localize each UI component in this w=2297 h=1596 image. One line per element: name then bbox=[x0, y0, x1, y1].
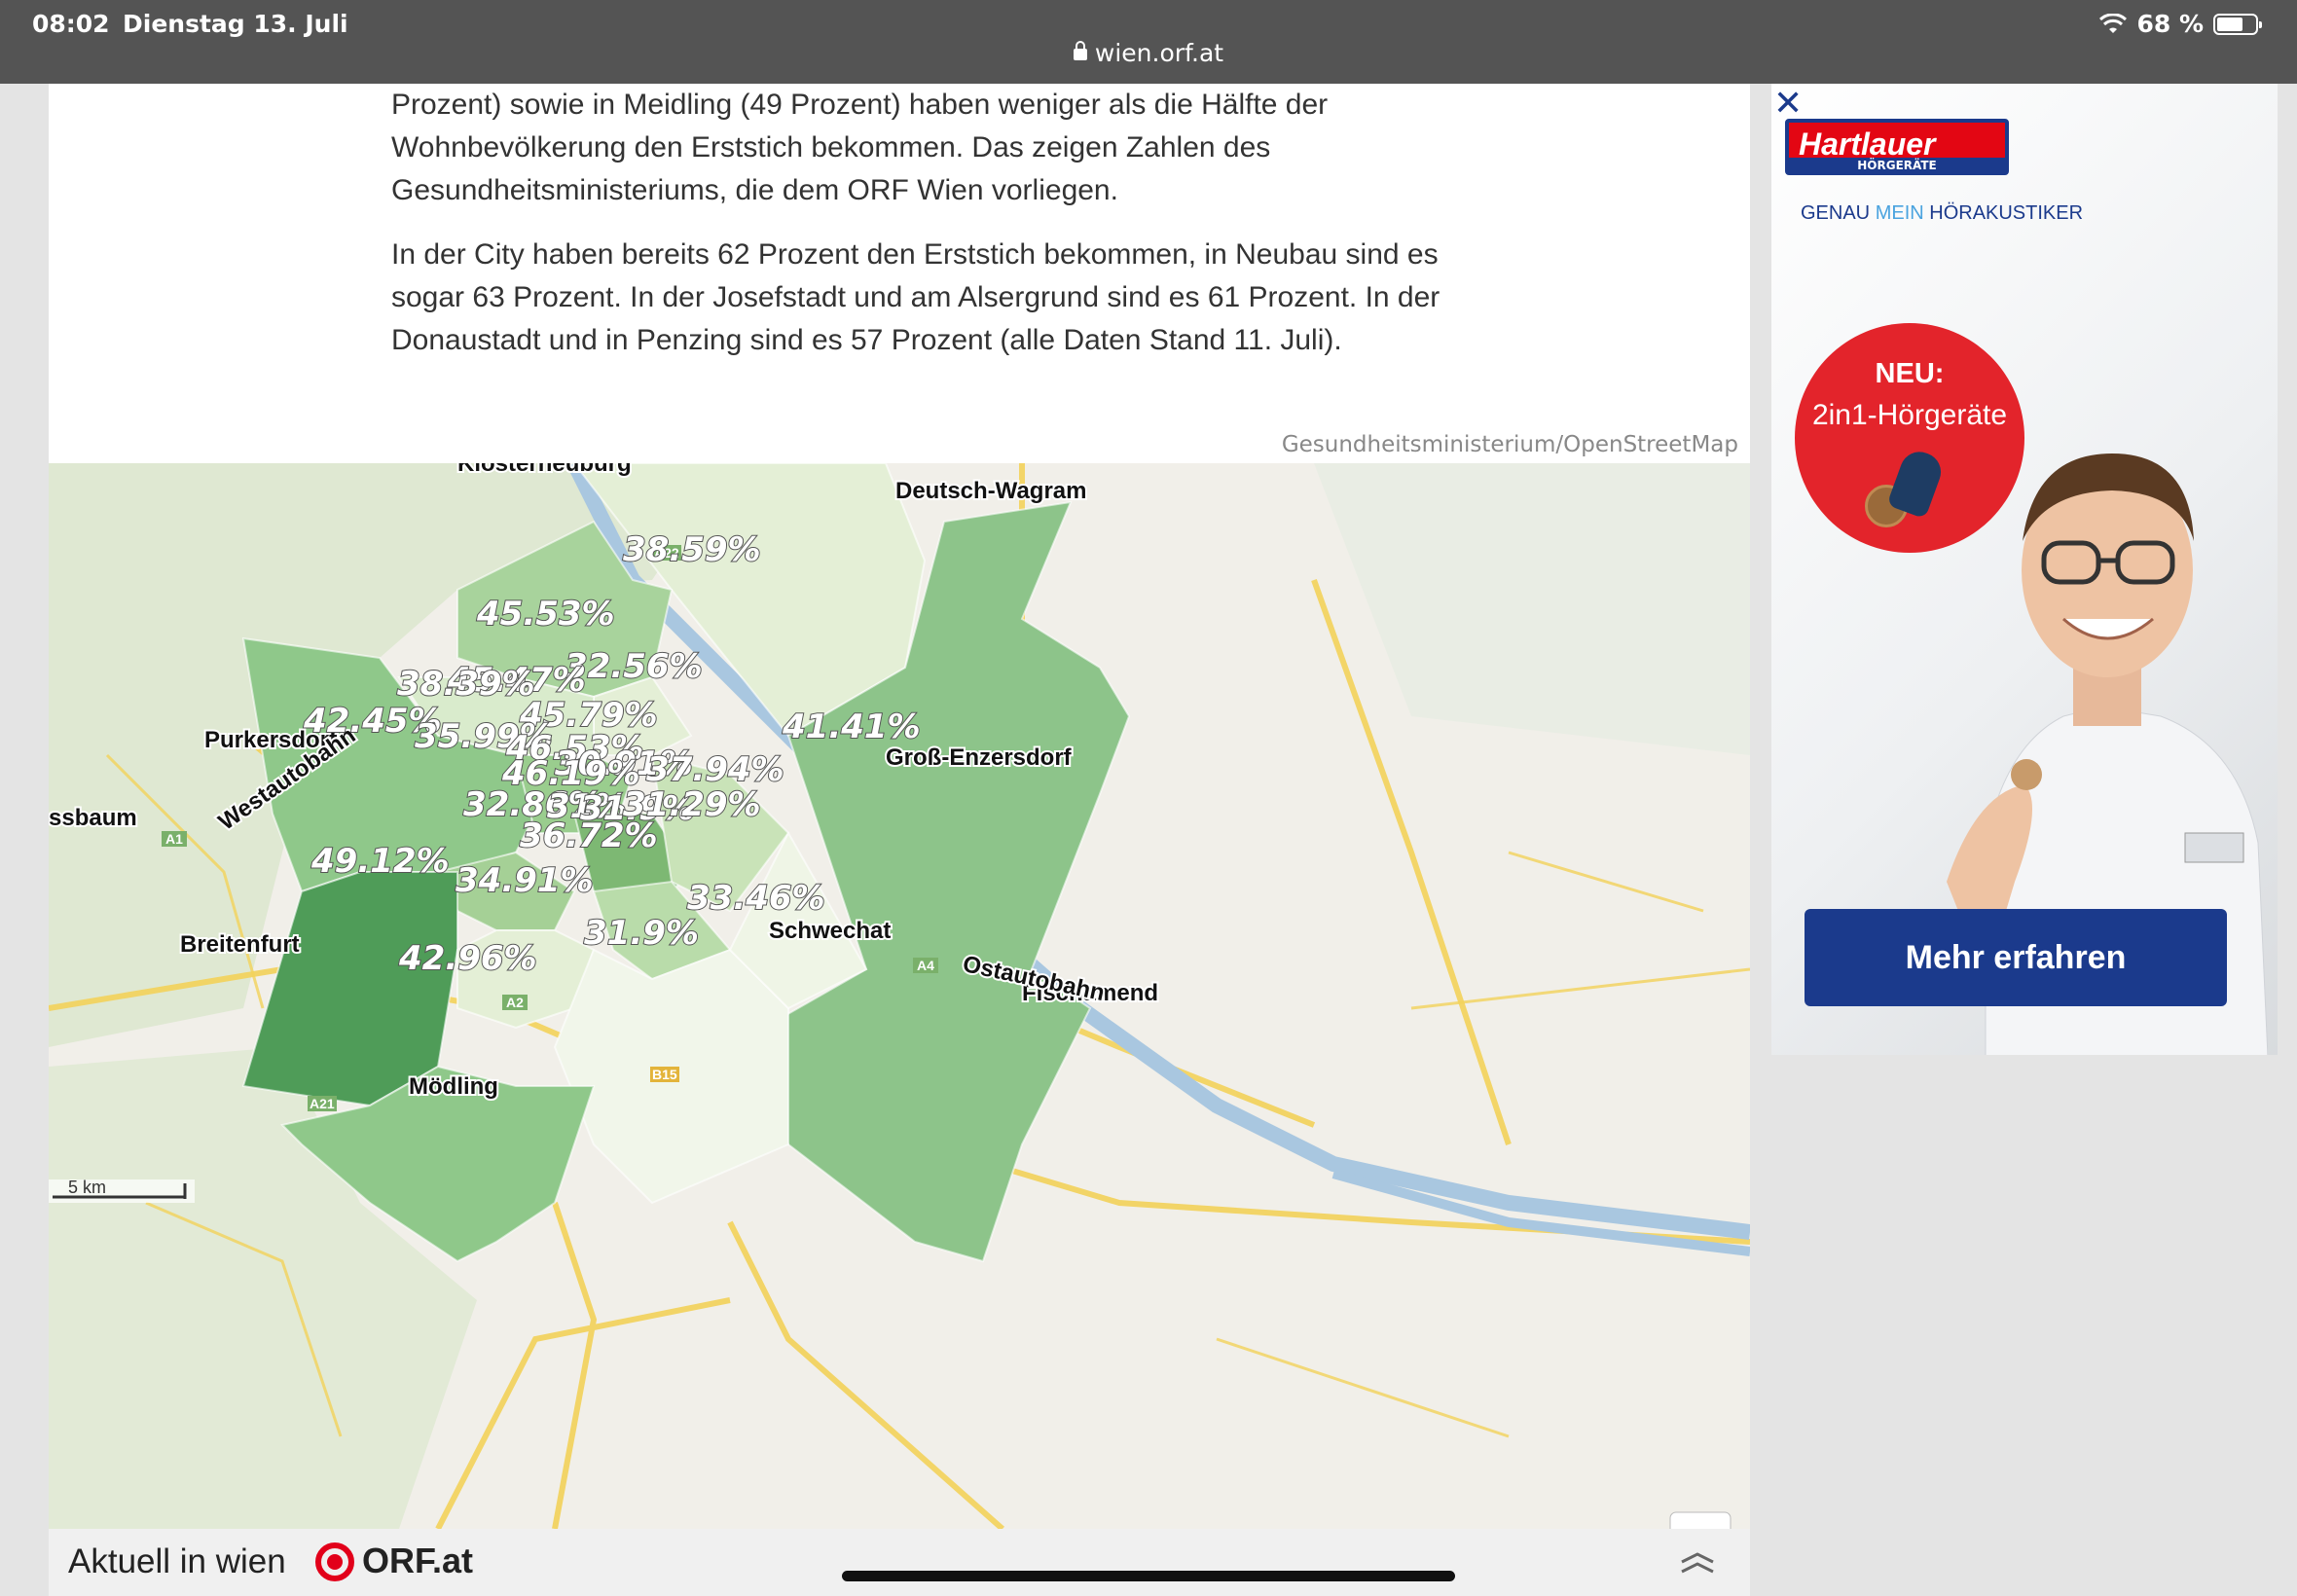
place-label: Schwechat bbox=[769, 918, 891, 944]
article-paragraph: Prozent) sowie in Meidling (49 Prozent) … bbox=[391, 89, 1329, 206]
orf-logo-icon bbox=[315, 1542, 354, 1581]
scale-label: 5 km bbox=[68, 1178, 106, 1197]
district-label: 33.46% bbox=[687, 879, 825, 918]
road-shield: A21 bbox=[310, 1096, 335, 1111]
address-bar[interactable]: wien.orf.at bbox=[0, 39, 2297, 67]
place-label: Mödling bbox=[409, 1073, 498, 1100]
vaccination-map[interactable]: Klosterneuburg Deutsch-Wagram Purkersdor… bbox=[49, 463, 1750, 1529]
map-canvas[interactable]: Klosterneuburg Deutsch-Wagram Purkersdor… bbox=[49, 463, 1750, 1529]
district-label: 34.91% bbox=[456, 861, 594, 900]
clock: 08:02 bbox=[32, 10, 110, 38]
home-indicator[interactable] bbox=[842, 1571, 1455, 1581]
district-label: 42.96% bbox=[398, 939, 537, 978]
district-label: 37.94% bbox=[646, 750, 784, 789]
district-label: 38.59% bbox=[623, 530, 761, 569]
scale-bar: 5 km bbox=[49, 1178, 195, 1203]
map-control-button[interactable] bbox=[1669, 1511, 1732, 1529]
article: Prozent) sowie in Meidling (49 Prozent) … bbox=[49, 84, 1750, 463]
district-label: 41.41% bbox=[782, 707, 921, 746]
article-paragraph: In der City haben bereits 62 Prozent den… bbox=[391, 238, 1440, 356]
place-label: Deutsch-Wagram bbox=[895, 478, 1086, 504]
url-text: wien.orf.at bbox=[1094, 39, 1224, 67]
date: Dienstag 13. Juli bbox=[123, 10, 348, 38]
chevron-up-icon[interactable] bbox=[1680, 1550, 1715, 1574]
district-label: 36.72% bbox=[520, 816, 658, 855]
road-shield: A2 bbox=[506, 995, 524, 1010]
hartlauer-logo: Hartlauer HÖRGERÄTE bbox=[1785, 119, 2009, 175]
orf-brand[interactable]: ORF.at bbox=[362, 1541, 473, 1581]
place-label: Breitenfurt bbox=[180, 931, 300, 958]
place-label: ssbaum bbox=[49, 805, 137, 831]
ad-tagline: GENAU MEIN HÖRAKUSTIKER bbox=[1801, 202, 2084, 224]
district-label: 49.12% bbox=[310, 842, 450, 881]
wifi-icon bbox=[2099, 13, 2128, 33]
status-indicators: 68 % bbox=[2099, 10, 2262, 38]
place-label: Klosterneuburg bbox=[457, 463, 632, 477]
advertisement[interactable]: ✕ Hartlauer HÖRGERÄTE GENAU MEIN HÖRAKUS… bbox=[1771, 84, 2278, 1055]
close-icon[interactable]: ✕ bbox=[1773, 84, 1803, 124]
battery-percent: 68 % bbox=[2136, 10, 2204, 38]
road-shield: A1 bbox=[165, 831, 183, 847]
district-label: 31.9% bbox=[584, 914, 699, 953]
ad-brand-sub: HÖRGERÄTE bbox=[1789, 158, 2005, 173]
district-label: 38.39% bbox=[397, 665, 535, 704]
place-label: Groß-Enzersdorf bbox=[886, 744, 1073, 771]
bottom-bar-title: Aktuell in wien bbox=[68, 1542, 286, 1580]
map-credit: Gesundheitsministerium/OpenStreetMap bbox=[1281, 432, 1738, 457]
hearing-aid-image bbox=[1886, 446, 1947, 520]
battery-icon bbox=[2213, 13, 2262, 35]
district-label: 45.53% bbox=[476, 595, 615, 634]
status-bar: 08:02 Dienstag 13. Juli wien.orf.at 68 % bbox=[0, 0, 2297, 84]
bottom-bar[interactable]: Aktuell in wien ORF.at bbox=[49, 1529, 1750, 1596]
more-info-button[interactable]: Mehr erfahren bbox=[1805, 909, 2227, 1006]
road-shield: A4 bbox=[917, 958, 934, 973]
road-shield: B15 bbox=[652, 1067, 677, 1082]
lock-icon bbox=[1073, 41, 1087, 60]
